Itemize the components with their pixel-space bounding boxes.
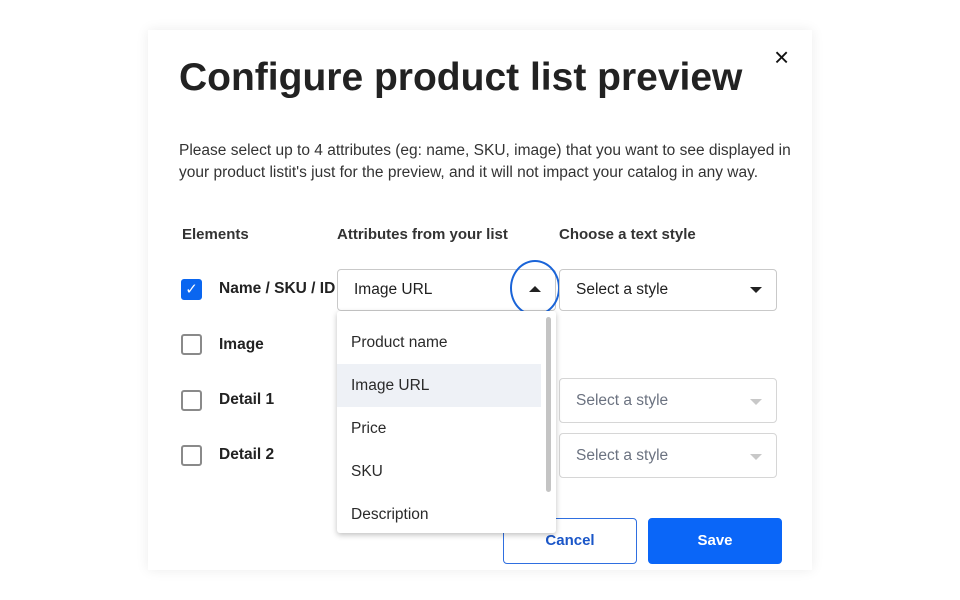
style-select-detail-1[interactable]: Select a style [559,378,777,423]
attribute-select-value: Image URL [354,281,433,298]
checkbox-name-sku-id[interactable]: ✓ [181,279,202,300]
element-label: Name / SKU / ID [219,280,336,297]
element-label: Detail 2 [219,446,275,463]
caret-down-icon [750,399,762,405]
checkbox-detail-2[interactable] [181,445,202,466]
caret-down-icon [750,287,762,293]
header-style: Choose a text style [559,226,696,243]
dropdown-option[interactable]: Product name [337,321,541,364]
style-select-detail-2[interactable]: Select a style [559,433,777,478]
element-label: Detail 1 [219,391,275,408]
dropdown-scrollbar[interactable] [546,317,551,492]
dialog-title: Configure product list preview [179,56,743,99]
caret-down-icon [750,454,762,460]
element-label: Image [219,336,264,353]
dropdown-option[interactable]: SKU [337,450,541,493]
close-icon[interactable]: × [774,42,789,73]
checkbox-detail-1[interactable] [181,390,202,411]
dropdown-option-highlighted[interactable]: Image URL [337,364,541,407]
dropdown-option[interactable]: Price [337,407,541,450]
style-select-name[interactable]: Select a style [559,269,777,311]
dialog-description: Please select up to 4 attributes (eg: na… [179,142,791,181]
style-select-value: Select a style [576,392,669,409]
style-select-value: Select a style [576,447,669,464]
style-select-value: Select a style [576,281,669,298]
attribute-dropdown-menu: Product name Image URL Price SKU Descrip… [337,311,556,533]
check-icon: ✓ [185,281,198,298]
save-button[interactable]: Save [648,518,782,564]
highlight-annotation [510,260,560,316]
checkbox-image[interactable] [181,334,202,355]
header-attributes: Attributes from your list [337,226,508,243]
configure-dialog: Configure product list preview × Please … [148,30,812,570]
header-elements: Elements [182,226,249,243]
dropdown-option[interactable]: Description [337,493,541,536]
